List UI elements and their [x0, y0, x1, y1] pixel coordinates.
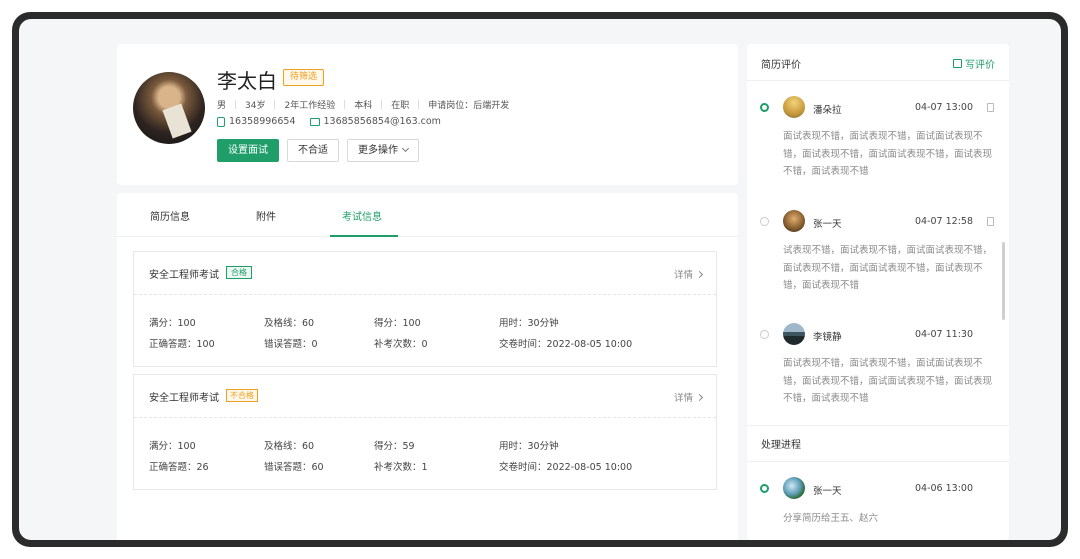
reviewer-avatar — [783, 96, 805, 118]
exam-retakes: 补考次数：0 — [374, 339, 428, 350]
edit-icon — [953, 59, 962, 68]
divider — [235, 100, 237, 109]
device-frame: 李太白 待筛选 男 34岁 2年工作经验 本科 在职 申请岗位：后端开发 163… — [12, 12, 1068, 547]
active-tab-indicator — [330, 235, 398, 237]
exam-detail-link[interactable]: 详情 — [673, 267, 704, 281]
status-badge: 待筛选 — [283, 69, 325, 86]
exam-title: 安全工程师考试 — [149, 393, 219, 404]
exam-pass-line: 及格线：60 — [264, 318, 315, 329]
write-review-button[interactable]: 写评价 — [953, 56, 995, 71]
candidate-avatar — [133, 72, 205, 144]
review-time: 04-07 11:30 — [915, 329, 974, 340]
meta-education: 本科 — [354, 101, 373, 111]
handler-avatar — [783, 477, 805, 499]
delete-icon[interactable] — [987, 103, 994, 112]
detail-label: 详情 — [673, 393, 693, 404]
tab-bar: 简历信息 附件 考试信息 — [117, 193, 738, 237]
exam-title: 安全工程师考试 — [149, 270, 219, 281]
write-review-label: 写评价 — [965, 60, 995, 71]
exam-wrong-answers: 错误答题：0 — [264, 339, 318, 350]
divider — [344, 100, 346, 109]
reviewer-name: 潘朵拉 — [813, 105, 842, 116]
meta-age: 34岁 — [245, 101, 266, 111]
timeline-dot — [760, 484, 769, 493]
exam-result-badge: 不合格 — [226, 389, 258, 402]
reviewer-avatar — [783, 210, 805, 232]
review-panel: 简历评价 写评价 潘朵拉 04-07 13:00 面试表现不错，面试表现不错，面… — [747, 44, 1009, 540]
candidate-name: 李太白 — [217, 69, 277, 93]
tab-exams[interactable]: 考试信息 — [342, 208, 382, 223]
chevron-right-icon — [695, 393, 704, 401]
exam-card: 安全工程师考试 不合格 详情 满分：100 及格线：60 得分：59 用时：30… — [133, 374, 717, 490]
exam-detail-link[interactable]: 详情 — [673, 390, 704, 404]
meta-gender: 男 — [217, 101, 227, 111]
review-text: 面试表现不错，面试表现不错，面试面试表现不错，面试表现不错，面试面试表现不错，面… — [783, 358, 993, 404]
exam-duration: 用时：30分钟 — [499, 441, 559, 452]
exam-header: 安全工程师考试 合格 详情 — [134, 252, 716, 295]
exam-correct-answers: 正确答题：100 — [149, 339, 215, 350]
process-text: 分享简历给王五、赵六 — [783, 513, 879, 524]
exam-result-badge: 合格 — [226, 266, 252, 279]
phone-contact: 16358996654 — [217, 116, 296, 127]
timeline-dot — [760, 217, 769, 226]
reject-button[interactable]: 不合适 — [287, 139, 339, 162]
tab-attachments[interactable]: 附件 — [256, 208, 276, 223]
email-address: 13685856854@163.com — [323, 116, 441, 127]
review-time: 04-07 13:00 — [915, 102, 974, 113]
phone-number: 16358996654 — [229, 116, 296, 127]
divider — [747, 80, 1009, 81]
exam-submitted-time: 交卷时间：2022-08-05 10:00 — [499, 339, 633, 350]
exam-pass-line: 及格线：60 — [264, 441, 315, 452]
profile-actions: 设置面试 不合适 更多操作 — [217, 139, 419, 162]
divider — [418, 100, 420, 109]
process-time: 04-06 13:00 — [915, 483, 974, 494]
candidate-meta: 男 34岁 2年工作经验 本科 在职 申请岗位：后端开发 — [217, 98, 509, 111]
exam-full-score: 满分：100 — [149, 318, 196, 329]
divider — [747, 425, 1009, 426]
exam-correct-answers: 正确答题：26 — [149, 462, 209, 473]
more-actions-label: 更多操作 — [358, 145, 398, 156]
email-contact: 13685856854@163.com — [309, 116, 441, 127]
schedule-interview-button[interactable]: 设置面试 — [217, 139, 279, 162]
reviewer-avatar — [783, 323, 805, 345]
reviewer-name: 李镜静 — [813, 332, 842, 343]
divider — [274, 100, 276, 109]
meta-employment: 在职 — [391, 101, 410, 111]
exam-retakes: 补考次数：1 — [374, 462, 428, 473]
tab-resume[interactable]: 简历信息 — [150, 208, 190, 223]
review-time: 04-07 12:58 — [915, 216, 974, 227]
chevron-down-icon — [401, 144, 410, 153]
scrollbar-thumb[interactable] — [1002, 242, 1005, 320]
exam-score: 得分：100 — [374, 318, 421, 329]
chevron-right-icon — [695, 270, 704, 278]
divider — [747, 461, 1009, 462]
exam-submitted-time: 交卷时间：2022-08-05 10:00 — [499, 462, 633, 473]
timeline-dot — [760, 330, 769, 339]
timeline-dot — [760, 103, 769, 112]
exam-card: 安全工程师考试 合格 详情 满分：100 及格线：60 得分：100 用时：30… — [133, 251, 717, 367]
exam-header: 安全工程师考试 不合格 详情 — [134, 375, 716, 418]
exam-wrong-answers: 错误答题：60 — [264, 462, 324, 473]
mail-icon — [309, 117, 320, 126]
exam-full-score: 满分：100 — [149, 441, 196, 452]
review-text: 试表现不错，面试表现不错，面试面试表现不错，面试表现不错，面试面试表现不错，面试… — [783, 245, 993, 291]
contact-row: 16358996654 13685856854@163.com — [217, 116, 441, 127]
detail-label: 详情 — [673, 270, 693, 281]
reviewer-name: 张一天 — [813, 219, 842, 230]
candidate-profile-card: 李太白 待筛选 男 34岁 2年工作经验 本科 在职 申请岗位：后端开发 163… — [117, 44, 738, 185]
detail-tabs-card: 简历信息 附件 考试信息 安全工程师考试 合格 详情 满分：100 及格线：60… — [117, 193, 738, 540]
process-title: 处理进程 — [761, 440, 801, 451]
review-text: 面试表现不错，面试表现不错，面试面试表现不错，面试表现不错，面试面试表现不错，面… — [783, 131, 993, 177]
divider — [381, 100, 383, 109]
handler-name: 张一天 — [813, 486, 842, 497]
reviews-title: 简历评价 — [761, 60, 801, 71]
more-actions-button[interactable]: 更多操作 — [347, 139, 419, 162]
exam-duration: 用时：30分钟 — [499, 318, 559, 329]
app-screen: 李太白 待筛选 男 34岁 2年工作经验 本科 在职 申请岗位：后端开发 163… — [19, 19, 1061, 540]
phone-icon — [217, 116, 225, 127]
exam-score: 得分：59 — [374, 441, 415, 452]
delete-icon[interactable] — [987, 217, 994, 226]
meta-experience: 2年工作经验 — [284, 101, 336, 111]
meta-position: 申请岗位：后端开发 — [428, 101, 510, 111]
